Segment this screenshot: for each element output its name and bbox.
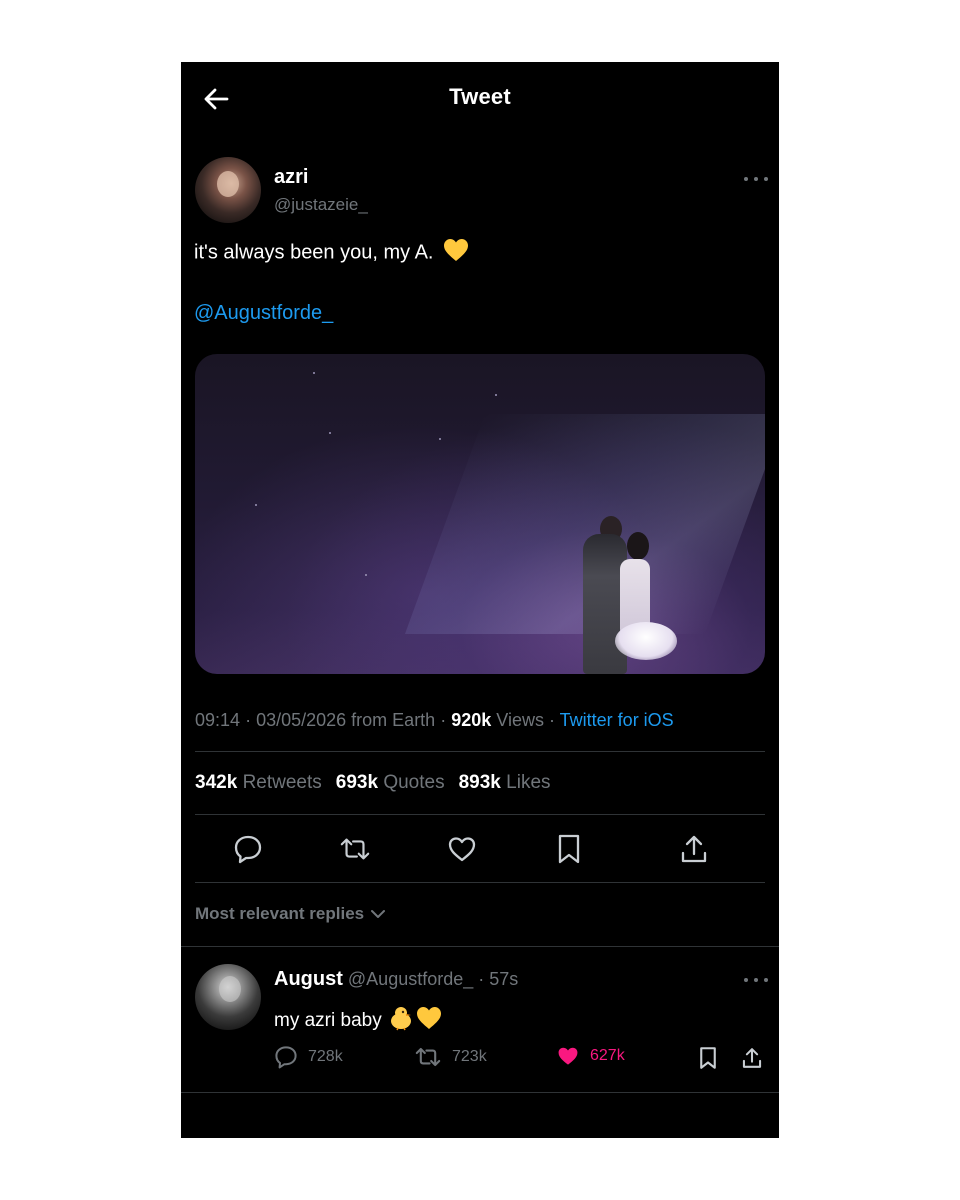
quotes-label: Quotes: [383, 772, 445, 793]
author-name[interactable]: azri: [274, 166, 308, 189]
more-options-button[interactable]: [744, 174, 768, 184]
divider: [195, 882, 765, 883]
retweets-count: 342k: [195, 772, 238, 793]
reply-share-button[interactable]: [739, 1045, 765, 1071]
more-dot-icon: [764, 978, 768, 982]
top-bar: Tweet: [181, 62, 779, 134]
more-dot-icon: [744, 177, 748, 181]
likes-stat[interactable]: 893k Likes: [459, 772, 551, 793]
share-icon: [742, 1048, 762, 1068]
author-handle[interactable]: @justazeie_: [274, 195, 368, 215]
woman-figure: [615, 622, 677, 660]
reply-like-button[interactable]: 627k: [556, 1045, 625, 1067]
mention-link[interactable]: @Augustforde_: [194, 302, 333, 325]
likes-label: Likes: [506, 772, 551, 793]
reply-author-avatar[interactable]: [195, 964, 261, 1030]
bookmark-icon: [558, 834, 580, 864]
retweet-icon: [340, 838, 370, 860]
reply-more-options-button[interactable]: [744, 975, 768, 985]
divider: [181, 946, 779, 947]
bookmark-button[interactable]: [553, 833, 585, 865]
divider: [195, 751, 765, 752]
more-dot-icon: [744, 978, 748, 982]
chevron-down-icon: [371, 910, 386, 918]
more-dot-icon: [754, 978, 758, 982]
stage-light: [313, 372, 315, 374]
tweet-text-content: it's always been you, my A.: [194, 241, 434, 264]
reply-like-count: 627k: [590, 1047, 625, 1064]
retweets-label: Retweets: [242, 772, 322, 793]
author-avatar[interactable]: [195, 157, 261, 223]
share-button[interactable]: [678, 833, 710, 865]
reply-text: my azri baby: [274, 1005, 442, 1037]
chick-icon: [388, 1005, 414, 1037]
yellow-heart-icon: [443, 238, 469, 268]
avatar-photo: [217, 171, 239, 197]
reply-author-handle[interactable]: @Augustforde_: [348, 969, 473, 989]
stage-light: [255, 504, 257, 506]
reply-author-name[interactable]: August: [274, 968, 343, 990]
divider: [181, 1092, 779, 1093]
bookmark-icon: [700, 1047, 716, 1069]
like-button[interactable]: [446, 833, 478, 865]
stage-light: [329, 432, 331, 434]
reply-retweet-count: 723k: [452, 1048, 487, 1065]
reply-retweet-button[interactable]: 723k: [414, 1045, 487, 1069]
like-icon: [448, 837, 476, 862]
retweets-stat[interactable]: 342k Retweets: [195, 772, 322, 793]
tweet-media-image[interactable]: [195, 354, 765, 674]
tweet-meta: 09:14 · 03/05/2026 from Earth · 920k Vie…: [195, 710, 674, 730]
likes-count: 893k: [458, 772, 501, 793]
divider: [195, 814, 765, 815]
stage-light: [495, 394, 497, 396]
reply-reply-count: 728k: [308, 1048, 343, 1065]
more-dot-icon: [764, 177, 768, 181]
yellow-heart-icon: [416, 1006, 442, 1036]
views-label: Views: [496, 710, 544, 730]
stage-light: [365, 574, 367, 576]
retweet-button[interactable]: [339, 833, 371, 865]
avatar-photo: [219, 976, 241, 1002]
client-link[interactable]: Twitter for iOS: [560, 710, 674, 730]
quotes-count: 693k: [335, 772, 379, 793]
reply-bookmark-button[interactable]: [695, 1045, 721, 1071]
retweet-icon: [415, 1047, 441, 1067]
page-title: Tweet: [449, 84, 511, 109]
reply-icon: [275, 1046, 297, 1069]
replies-sort-label: Most relevant replies: [195, 904, 365, 923]
reply-button[interactable]: [232, 833, 264, 865]
tweet-date: 03/05/2026: [256, 710, 347, 730]
quotes-stat[interactable]: 693k Quotes: [336, 772, 445, 793]
heart-filled-icon: [558, 1047, 578, 1065]
reply-age: 57s: [489, 969, 519, 989]
reply-icon: [234, 835, 262, 864]
reply-reply-button[interactable]: 728k: [274, 1045, 343, 1069]
more-dot-icon: [754, 177, 758, 181]
reply-text-content: my azri baby: [274, 1010, 382, 1031]
tweet-text: it's always been you, my A.: [194, 238, 469, 268]
tweet-location: from Earth: [351, 710, 436, 730]
tweet-stats: 342k Retweets 693k Quotes 893k Likes: [195, 772, 551, 794]
views-count: 920k: [451, 710, 492, 730]
reply-header: August @Augustforde_ · 57s: [274, 968, 519, 990]
replies-sort-dropdown[interactable]: Most relevant replies: [195, 904, 386, 924]
woman-figure: [627, 532, 649, 560]
tweet-time: 09:14: [195, 710, 241, 730]
share-icon: [681, 835, 707, 863]
stage-light: [439, 438, 441, 440]
tweet-screen: Tweet azri @justazeie_ it's always been …: [181, 62, 779, 1138]
